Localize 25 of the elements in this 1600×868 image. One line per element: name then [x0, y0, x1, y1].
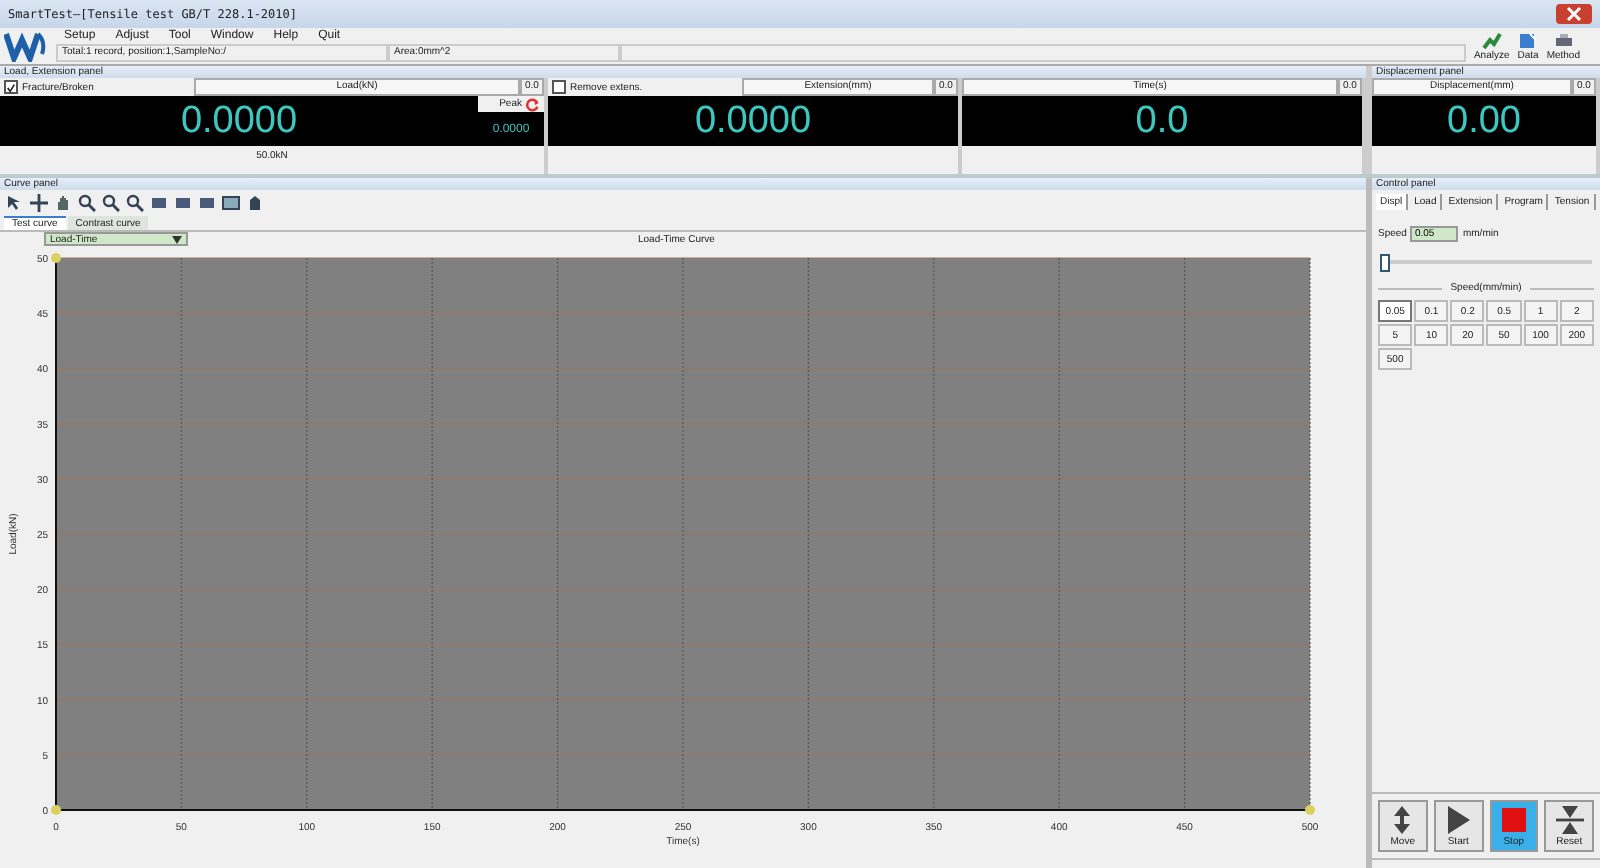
- image-icon[interactable]: [222, 194, 240, 212]
- zoom-in-icon[interactable]: [78, 194, 96, 212]
- document-icon: [1518, 31, 1539, 49]
- printer-icon: [1553, 31, 1574, 49]
- chart-icon: [1481, 31, 1502, 49]
- cursor-marker[interactable]: [51, 805, 61, 815]
- play-icon: [1442, 804, 1475, 836]
- readout-display: 0.00: [1445, 99, 1523, 143]
- hand-icon[interactable]: [54, 194, 72, 212]
- readout-display: 0.0000: [692, 99, 814, 143]
- close-icon: [1566, 6, 1582, 22]
- pointer-icon[interactable]: [6, 194, 24, 212]
- readout-display: 0.0: [1133, 99, 1191, 143]
- check-icon: [6, 82, 16, 94]
- stop-icon: [1497, 804, 1530, 836]
- speed-slider[interactable]: [1380, 254, 1592, 270]
- cursor-marker[interactable]: [51, 253, 61, 263]
- reset-icon[interactable]: [526, 97, 540, 111]
- cursor-marker[interactable]: [1305, 805, 1315, 815]
- logo-icon: [4, 30, 48, 62]
- close-button[interactable]: [1556, 4, 1592, 24]
- crosshair-icon[interactable]: [30, 194, 48, 212]
- caret-icon: [172, 235, 182, 243]
- readout-display: 0.0000: [178, 99, 300, 143]
- converge-arrow-icon: [1553, 804, 1586, 836]
